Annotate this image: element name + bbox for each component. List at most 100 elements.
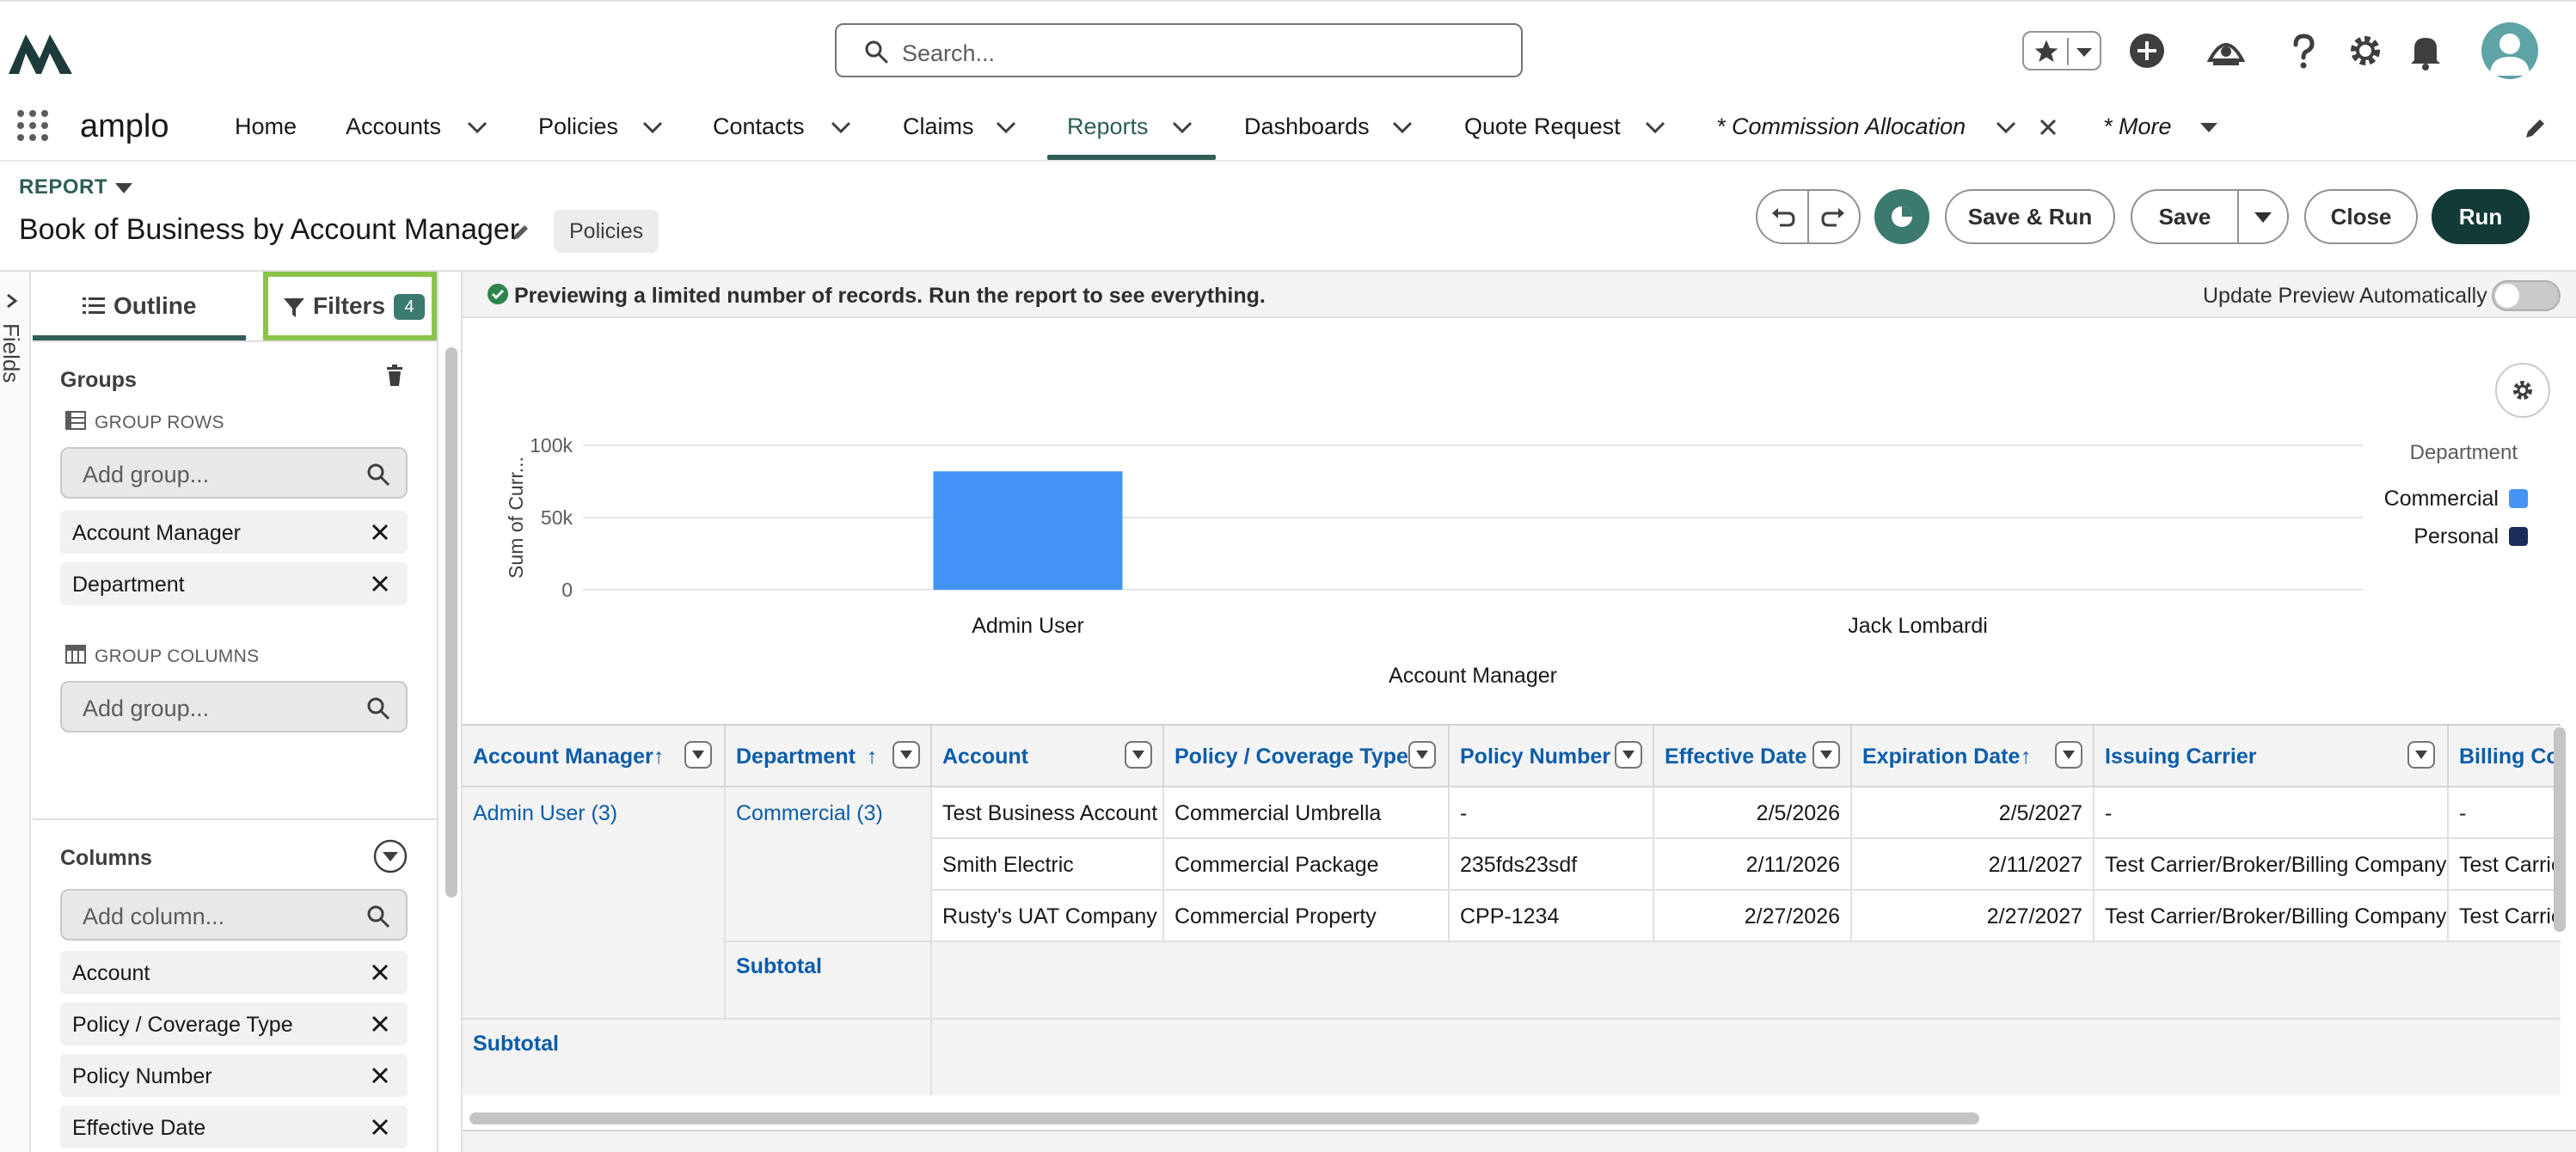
- nav-item-accounts[interactable]: Accounts: [346, 113, 441, 140]
- column-menu-button[interactable]: [892, 741, 920, 769]
- table-cell: Test Carrier/Broker/Billing Company: [2095, 891, 2449, 942]
- company-logo[interactable]: [7, 28, 74, 74]
- user-avatar[interactable]: [2481, 22, 2538, 79]
- gear-icon[interactable]: [2346, 31, 2385, 70]
- caret-down-icon[interactable]: [113, 181, 134, 196]
- table-cell: Commercial Umbrella: [1164, 787, 1450, 839]
- caret-down-icon: [1416, 751, 1428, 759]
- table-vertical-scrollbar[interactable]: [2554, 727, 2566, 932]
- column-header-department[interactable]: Department ↑: [726, 726, 932, 787]
- save-options-button[interactable]: [2237, 189, 2289, 244]
- bar-chart: 0 50k 100kSum of Curr... Admin User Jack Lom…: [505, 434, 2528, 688]
- filter-icon: [284, 298, 304, 317]
- column-header-effective-date[interactable]: Effective Date: [1654, 726, 1852, 787]
- chevron-down-icon[interactable]: [466, 119, 488, 136]
- chevron-down-icon[interactable]: [641, 119, 664, 136]
- table-horizontal-scrollbar[interactable]: [469, 1112, 1979, 1124]
- edit-nav-pencil-icon[interactable]: [2523, 115, 2548, 141]
- group-row-label: Department: [72, 573, 185, 597]
- group-row-label: Account Manager: [72, 521, 241, 545]
- caret-down-icon[interactable]: [2198, 119, 2220, 136]
- chevron-down-icon[interactable]: [1171, 119, 1193, 136]
- remove-icon[interactable]: [370, 962, 390, 983]
- help-icon[interactable]: [2284, 31, 2323, 70]
- column-header-expiration-date[interactable]: Expiration Date ↑: [1852, 726, 2095, 787]
- column-menu-button[interactable]: [1812, 741, 1840, 769]
- column-menu-button[interactable]: [2407, 741, 2435, 769]
- add-group-column-input[interactable]: Add group...: [60, 681, 408, 732]
- column-header-account[interactable]: Account: [932, 726, 1164, 787]
- add-icon[interactable]: [2127, 31, 2167, 70]
- nav-item-more[interactable]: * More: [2103, 113, 2172, 140]
- favorites-group: [2022, 31, 2101, 70]
- chevron-down-icon[interactable]: [2074, 45, 2095, 60]
- group-account-manager-link[interactable]: Admin User (3): [473, 801, 617, 826]
- remove-icon[interactable]: [370, 573, 390, 594]
- trash-icon[interactable]: [385, 365, 404, 387]
- column-header-policy-coverage-type[interactable]: Policy / Coverage Type: [1164, 726, 1450, 787]
- nav-item-quote-request[interactable]: Quote Request: [1464, 113, 1621, 140]
- table-cell: Smith Electric: [932, 839, 1164, 891]
- run-button[interactable]: Run: [2432, 189, 2530, 244]
- column-menu-button[interactable]: [1615, 741, 1642, 769]
- chart-toggle-button[interactable]: [1874, 189, 1929, 244]
- nav-item-claims[interactable]: Claims: [903, 113, 974, 140]
- column-header-label: Account: [942, 745, 1028, 769]
- tab-outline[interactable]: Outline: [33, 272, 246, 340]
- columns-menu-icon[interactable]: [373, 839, 408, 873]
- column-menu-button[interactable]: [1408, 741, 1436, 769]
- chevron-down-icon[interactable]: [830, 119, 852, 136]
- tab-filters[interactable]: Filters 4: [263, 272, 437, 340]
- nav-item-dashboards[interactable]: Dashboards: [1244, 113, 1370, 140]
- nav-item-commission-allocation[interactable]: * Commission Allocation: [1716, 113, 1966, 140]
- column-header-policy-number[interactable]: Policy Number: [1450, 726, 1654, 787]
- column-menu-button[interactable]: [2055, 741, 2082, 769]
- nav-item-home[interactable]: Home: [235, 113, 297, 140]
- redo-button[interactable]: [1807, 189, 1861, 244]
- close-button[interactable]: Close: [2304, 189, 2418, 244]
- report-footer-bar: [463, 1130, 2576, 1152]
- save-and-run-button[interactable]: Save & Run: [1945, 189, 2115, 244]
- column-menu-button[interactable]: [684, 741, 712, 769]
- group-department-link[interactable]: Commercial (3): [736, 801, 883, 826]
- close-tab-icon[interactable]: [2038, 117, 2058, 138]
- trailhead-icon[interactable]: [2206, 31, 2246, 70]
- add-column-input[interactable]: Add column...: [60, 889, 408, 941]
- report-label[interactable]: REPORT: [19, 175, 107, 199]
- column-header-account-manager[interactable]: Account Manager ↑: [463, 726, 726, 787]
- nav-item-contacts[interactable]: Contacts: [713, 113, 805, 140]
- chevron-down-icon[interactable]: [995, 119, 1017, 136]
- remove-icon[interactable]: [370, 1014, 390, 1034]
- outline-panel: Outline Filters 4 Groups GROUP ROWS Add …: [33, 272, 437, 1152]
- group-columns-label: GROUP COLUMNS: [95, 646, 260, 666]
- add-group-row-input[interactable]: Add group...: [60, 447, 408, 499]
- notifications-bell-icon[interactable]: [2406, 31, 2445, 70]
- undo-button[interactable]: [1756, 189, 1809, 244]
- tab-outline-label: Outline: [113, 292, 197, 319]
- fields-panel-toggle[interactable]: Fields: [0, 272, 31, 1152]
- star-icon[interactable]: [2033, 38, 2060, 65]
- panel-scrollbar[interactable]: [445, 347, 457, 898]
- edit-title-pencil-icon[interactable]: [511, 222, 531, 242]
- global-search[interactable]: Search...: [835, 23, 1523, 77]
- column-header-issuing-carrier[interactable]: Issuing Carrier: [2095, 726, 2449, 787]
- auto-update-toggle[interactable]: [2492, 280, 2561, 311]
- app-launcher-icon[interactable]: [15, 108, 50, 143]
- remove-icon[interactable]: [370, 1065, 390, 1086]
- nav-item-policies[interactable]: Policies: [538, 113, 618, 140]
- column-header-label: Expiration Date: [1862, 745, 2021, 769]
- remove-icon[interactable]: [370, 1117, 390, 1137]
- caret-down-icon: [900, 751, 912, 759]
- column-menu-button[interactable]: [1125, 741, 1152, 769]
- column-item: Account: [60, 951, 408, 994]
- chevron-down-icon[interactable]: [1391, 119, 1414, 136]
- remove-icon[interactable]: [370, 522, 390, 542]
- report-table: Account Manager ↑ Department ↑ Account P…: [463, 724, 2561, 1095]
- column-header-billing-company[interactable]: Billing Co: [2449, 726, 2561, 787]
- sort-asc-icon: ↑: [867, 745, 878, 769]
- nav-item-reports[interactable]: Reports: [1067, 113, 1149, 140]
- sort-asc-icon: ↑: [653, 745, 665, 769]
- chevron-down-icon[interactable]: [1995, 119, 2017, 136]
- chevron-down-icon[interactable]: [1644, 119, 1666, 136]
- save-button[interactable]: Save: [2131, 189, 2239, 244]
